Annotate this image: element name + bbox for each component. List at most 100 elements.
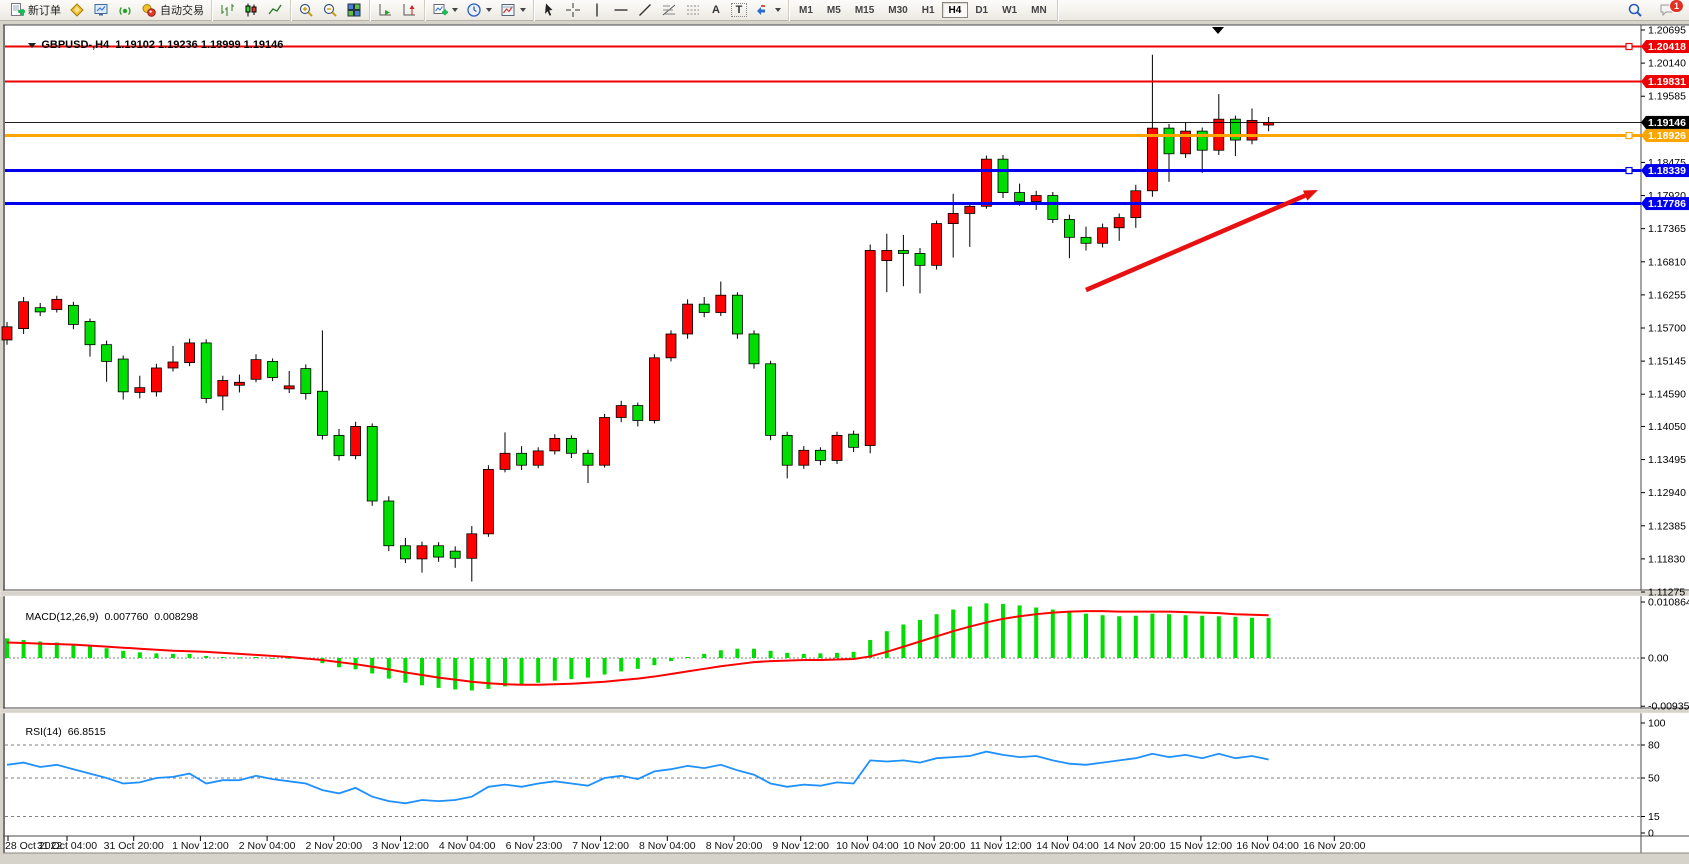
chart-candles-button[interactable] — [239, 2, 263, 19]
candle — [749, 330, 759, 368]
price-tag-1.18339: 1.18339 — [1641, 164, 1689, 177]
symbol-collapse-icon[interactable] — [28, 43, 36, 48]
new-chart-button[interactable] — [428, 2, 462, 19]
candle — [732, 292, 742, 339]
template-icon — [500, 2, 516, 18]
timeframe-mn-button[interactable]: MN — [1024, 2, 1054, 18]
vertical-line-button[interactable] — [585, 2, 609, 19]
autoscroll-icon — [377, 2, 393, 18]
chevron-down-icon[interactable] — [486, 8, 492, 12]
timeframe-d1-button[interactable]: D1 — [968, 2, 995, 18]
newchart-icon — [432, 2, 448, 18]
price-tick-label: 1.13495 — [1648, 454, 1686, 466]
time-tick-label: 2 Nov 20:00 — [305, 840, 362, 852]
timeframe-m1-button[interactable]: M1 — [792, 2, 820, 18]
timeframe-w1-button[interactable]: W1 — [995, 2, 1024, 18]
auto-trading-button[interactable]: 自动交易 — [137, 2, 208, 19]
chevron-down-icon[interactable] — [775, 8, 781, 12]
chevron-down-icon[interactable] — [520, 8, 526, 12]
crosshair-button[interactable] — [561, 2, 585, 19]
price-tick-label: 1.15145 — [1648, 356, 1686, 368]
timeframe-h4-button[interactable]: H4 — [942, 2, 969, 18]
tile-icon — [346, 2, 362, 18]
auto-scroll-button[interactable] — [373, 2, 397, 19]
timeframe-m5-button[interactable]: M5 — [820, 2, 848, 18]
fibo-icon — [661, 2, 677, 18]
signals-button[interactable] — [113, 2, 137, 19]
monitor-icon — [93, 2, 109, 18]
chart-stage: 1.206951.201401.195851.184751.179201.173… — [0, 22, 1689, 864]
cursor-button[interactable] — [537, 2, 561, 19]
chevron-down-icon[interactable] — [452, 8, 458, 12]
macd-signal-value: 0.008298 — [154, 611, 198, 623]
auto-trading-label: 自动交易 — [160, 2, 204, 18]
price-tick-label: 1.12385 — [1648, 520, 1686, 532]
price-tick-label: 1.19585 — [1648, 91, 1686, 103]
timeframe-m30-button[interactable]: M30 — [881, 2, 914, 18]
chart-shift-button[interactable] — [397, 2, 421, 19]
zoom-out-icon — [322, 2, 338, 18]
tile-windows-button[interactable] — [342, 2, 366, 19]
zoom-out-button[interactable] — [318, 2, 342, 19]
candle — [600, 414, 610, 468]
zoom-in-button[interactable] — [294, 2, 318, 19]
svg-text:1.18339: 1.18339 — [1648, 165, 1686, 177]
line-handle[interactable] — [1626, 44, 1632, 50]
macd-axis-label: 0.010864 — [1648, 597, 1689, 609]
panel-splitter[interactable] — [0, 709, 1689, 713]
candle — [666, 330, 676, 361]
candle — [483, 465, 493, 537]
gold-button[interactable] — [65, 2, 89, 19]
time-tick-label: 2 Nov 04:00 — [239, 840, 296, 852]
fibonacci-button[interactable] — [657, 2, 681, 19]
candle — [185, 339, 195, 366]
templates-button[interactable] — [496, 2, 530, 19]
chart-background — [3, 25, 1689, 853]
rsi-axis-label: 0 — [1648, 828, 1654, 840]
time-tick-label: 16 Nov 04:00 — [1236, 840, 1299, 852]
time-tick-label: 6 Nov 23:00 — [506, 840, 563, 852]
candle — [19, 297, 29, 334]
line-handle[interactable] — [1626, 168, 1632, 174]
timeframe-h1-button[interactable]: H1 — [915, 2, 942, 18]
notifications-button[interactable]: 1 — [1655, 2, 1679, 19]
market-watch-button[interactable] — [89, 2, 113, 19]
chart-line-button[interactable] — [263, 2, 287, 19]
time-tick-label: 4 Nov 04:00 — [439, 840, 496, 852]
svg-text:1.19831: 1.19831 — [1648, 76, 1686, 88]
text-label-button[interactable]: T — [727, 2, 751, 19]
candle — [932, 221, 942, 270]
rsi-axis-label: 80 — [1648, 740, 1660, 752]
svg-text:1.19146: 1.19146 — [1648, 117, 1686, 129]
search-button[interactable] — [1623, 2, 1647, 19]
price-chart: 1.206951.201401.195851.184751.179201.173… — [0, 22, 1689, 864]
line-handle[interactable] — [1626, 133, 1632, 139]
panel-splitter[interactable] — [0, 591, 1689, 596]
new-order-button[interactable]: 新订单 — [5, 2, 65, 19]
timeframe-m15-button[interactable]: M15 — [848, 2, 881, 18]
svg-text:1.20418: 1.20418 — [1648, 41, 1686, 53]
notification-badge: 1 — [1669, 0, 1684, 13]
chart-ohlc-values: 1.19102 1.19236 1.18999 1.19146 — [115, 39, 283, 51]
text-button[interactable]: A — [705, 2, 727, 19]
trendline-button[interactable] — [633, 2, 657, 19]
price-tag-1.17786: 1.17786 — [1641, 197, 1689, 210]
price-tag-1.20418: 1.20418 — [1641, 40, 1689, 53]
price-tag-1.18926: 1.18926 — [1641, 129, 1689, 142]
toolbar: 新订单 自动交易 AT M1M5M15M30H1H4D1W1MN 1 — [0, 0, 1689, 21]
price-tick-label: 1.16255 — [1648, 289, 1686, 301]
chart-bars-button[interactable] — [215, 2, 239, 19]
toolbar-group — [291, 0, 370, 21]
periodicity-button[interactable] — [462, 2, 496, 19]
equidistant-channel-button[interactable] — [681, 2, 705, 19]
autotrade-icon — [141, 2, 157, 18]
chartshift-icon — [401, 2, 417, 18]
candle — [981, 156, 991, 209]
macd-value: 0.007760 — [104, 611, 148, 623]
arrows-objects-button[interactable] — [751, 2, 785, 19]
grid-f-icon — [685, 2, 701, 18]
horizontal-line-button[interactable] — [609, 2, 633, 19]
macd-name: MACD(12,26,9) — [26, 611, 99, 623]
svg-text:1.18926: 1.18926 — [1648, 130, 1686, 142]
price-tick-label: 1.14050 — [1648, 421, 1686, 433]
